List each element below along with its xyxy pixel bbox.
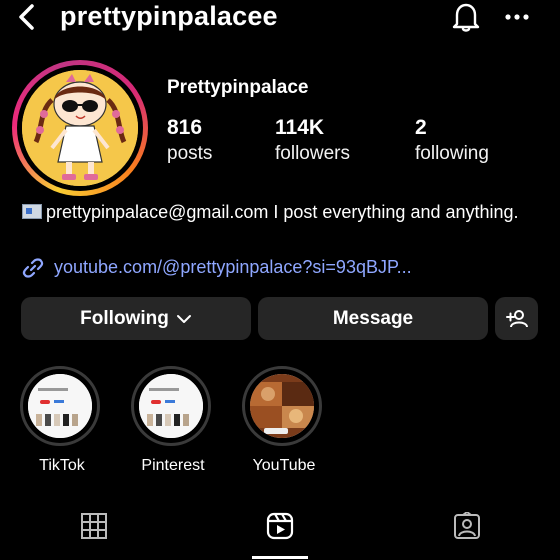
posts-count[interactable]: 816 — [167, 116, 202, 140]
active-tab-indicator — [252, 556, 308, 559]
following-button-label: Following — [80, 307, 169, 329]
highlight-pinterest[interactable] — [131, 366, 211, 446]
link-icon — [22, 258, 44, 278]
highlight-label[interactable]: Pinterest — [123, 457, 223, 475]
followers-label[interactable]: followers — [275, 143, 350, 165]
add-person-icon — [505, 309, 528, 327]
reels-icon[interactable] — [266, 512, 294, 540]
chevron-down-icon — [176, 314, 191, 323]
highlight-label[interactable]: TikTok — [12, 457, 112, 475]
message-button[interactable]: Message — [258, 297, 488, 340]
highlight-thumbnail — [28, 374, 92, 438]
more-options-icon[interactable] — [504, 10, 530, 24]
following-label[interactable]: following — [415, 143, 489, 165]
notification-bell-icon[interactable] — [452, 2, 480, 32]
tagged-icon[interactable] — [453, 512, 481, 540]
bio: prettypinpalace@gmail.com I post everyth… — [22, 200, 542, 225]
following-count[interactable]: 2 — [415, 116, 427, 140]
followers-count[interactable]: 114K — [275, 116, 324, 140]
bio-text: prettypinpalace@gmail.com I post everyth… — [46, 202, 519, 222]
highlight-thumbnail — [250, 374, 314, 438]
message-button-label: Message — [332, 307, 414, 329]
add-user-button[interactable] — [495, 297, 538, 340]
email-emoji-icon — [22, 204, 42, 219]
back-icon[interactable] — [14, 4, 40, 30]
following-button[interactable]: Following — [21, 297, 251, 340]
highlight-youtube[interactable] — [242, 366, 322, 446]
profile-username: prettypinpalacee — [60, 1, 278, 31]
avatar[interactable] — [22, 70, 138, 186]
highlight-thumbnail — [139, 374, 203, 438]
highlight-tiktok[interactable] — [20, 366, 100, 446]
posts-label[interactable]: posts — [167, 143, 212, 165]
display-name: Prettypinpalace — [167, 77, 309, 98]
profile-link[interactable]: youtube.com/@prettypinpalace?si=93qBJP..… — [54, 257, 412, 278]
grid-icon[interactable] — [80, 512, 108, 540]
highlight-label[interactable]: YouTube — [234, 457, 334, 475]
